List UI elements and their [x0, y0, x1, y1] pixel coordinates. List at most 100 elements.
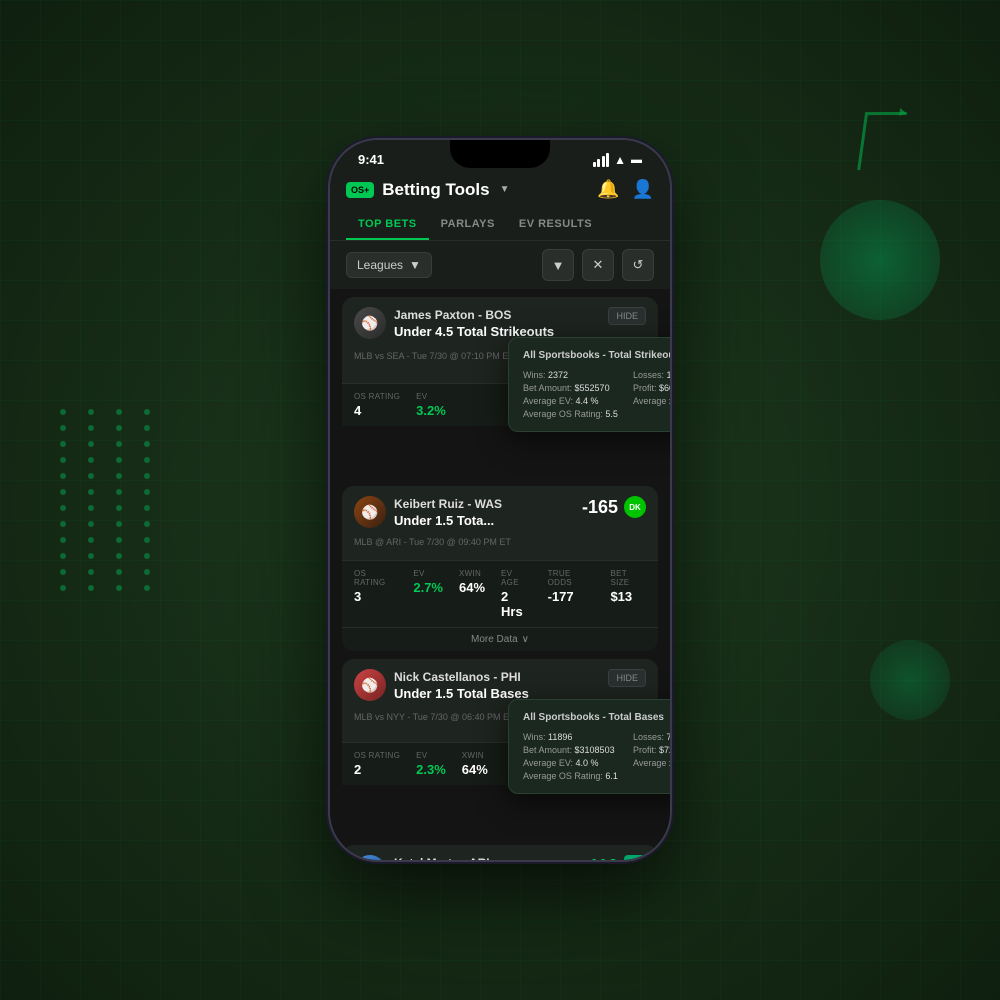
player-avatar-0: ⚾ [354, 307, 386, 339]
stat-xwin-value-1: 64% [459, 580, 485, 595]
leagues-dropdown-icon: ▼ [409, 258, 421, 272]
bet-card-1-inner: ⚾ Keibert Ruiz - WAS Under 1.5 Tota... -… [342, 486, 658, 560]
stat-os-value-2: 2 [354, 762, 400, 777]
bg-dots-left: for(let i=0;i<48;i++) document.currentSc… [60, 409, 162, 591]
hide-button-2[interactable]: HIDE [608, 669, 646, 687]
bet-card-0: ⚾ James Paxton - BOS Under 4.5 Total Str… [342, 297, 658, 426]
app-title: Betting Tools [382, 180, 489, 200]
stat-ev-value-1: 2.7% [413, 580, 443, 595]
popup-avg-xwin-0: Average xWin: 53.8 % [633, 396, 670, 406]
bet-line-2: Under 1.5 Total Bases [394, 686, 529, 701]
stat-xwin-1: xWin 64% [459, 569, 485, 619]
more-data-chevron-1: ∨ [522, 634, 529, 645]
bg-circle-1 [820, 200, 940, 320]
signal-icon [593, 153, 610, 167]
stat-os-rating-0: OS Rating 4 [354, 392, 400, 418]
phone-notch [450, 140, 550, 168]
more-data-1[interactable]: More Data ∨ [342, 627, 658, 651]
stat-ev-value-2: 2.3% [416, 762, 446, 777]
stat-xwin-value-2: 64% [462, 762, 488, 777]
popup-avg-ev-2: Average EV: 4.0 % [523, 758, 623, 768]
page-wrapper: for(let i=0;i<48;i++) document.currentSc… [0, 0, 1000, 1000]
tooltip-popup-2: All Sportsbooks - Total Bases 2.3 % Wins… [508, 699, 670, 794]
clear-button[interactable]: ✕ [582, 249, 614, 281]
player-avatar-2: ⚾ [354, 669, 386, 701]
stat-ev-2: EV 2.3% [416, 751, 446, 777]
profile-icon[interactable]: 👤 [632, 179, 654, 200]
stats-row-1: OS Rating 3 EV 2.7% xWin 64% EV Age [342, 560, 658, 627]
stat-ev-value-0: 3.2% [416, 403, 446, 418]
stat-xwin-2: xWin 64% [462, 751, 488, 777]
bet-card-3-header: ⚾ Ketel Marte - ARI Under 1.5 Total Base… [354, 855, 646, 860]
battery-icon: ▬ [631, 154, 642, 166]
bet-meta-1: MLB @ ARI - Tue 7/30 @ 09:40 PM ET [354, 537, 511, 547]
header-left: OS+ Betting Tools ▼ [346, 180, 510, 200]
tab-parlays[interactable]: PARLAYS [429, 208, 507, 240]
popup-losses-0: Losses: 1795 [633, 370, 670, 380]
tab-top-bets[interactable]: TOP BETS [346, 208, 429, 240]
bet-meta-0: MLB vs SEA - Tue 7/30 @ 07:10 PM ET [354, 351, 514, 361]
bg-circle-2 [870, 640, 950, 720]
popup-wins-2: Wins: 11896 [523, 732, 623, 742]
popup-title-0: All Sportsbooks - Total Strikeouts [523, 350, 670, 362]
tooltip-popup-0: All Sportsbooks - Total Strikeouts 11.0 … [508, 337, 670, 432]
player-details-3: Ketel Marte - ARI Under 1.5 Total Base..… [394, 856, 532, 861]
filter-bar: Leagues ▼ ▼ ✕ ↺ [330, 241, 670, 289]
popup-bet-amount-0: Bet Amount: $552570 [523, 383, 623, 393]
stat-ev-age-1: EV Age 2 Hrs [501, 569, 532, 619]
filter-button[interactable]: ▼ [542, 249, 574, 281]
bets-scroll-area[interactable]: ⚾ James Paxton - BOS Under 4.5 Total Str… [330, 289, 670, 860]
player-info-2: ⚾ Nick Castellanos - PHI Under 1.5 Total… [354, 669, 529, 701]
bet-card-0-header: ⚾ James Paxton - BOS Under 4.5 Total Str… [354, 307, 646, 339]
tabs-bar: TOP BETS PARLAYS EV RESULTS [330, 208, 670, 241]
bet-card-3-inner: ⚾ Ketel Marte - ARI Under 1.5 Total Base… [342, 845, 658, 860]
player-avatar-1: ⚾ [354, 496, 386, 528]
player-name-0: James Paxton - BOS [394, 308, 554, 322]
stat-ev-label-0: EV [416, 392, 446, 401]
sportsbook-logo-3: G [624, 855, 646, 860]
player-name-1: Keibert Ruiz - WAS [394, 497, 502, 511]
bet-card-3: ⚾ Ketel Marte - ARI Under 1.5 Total Base… [342, 845, 658, 860]
bet-card-2: ⚾ Nick Castellanos - PHI Under 1.5 Total… [342, 659, 658, 785]
popup-avg-ev-0: Average EV: 4.4 % [523, 396, 623, 406]
popup-header-2: All Sportsbooks - Total Bases 2.3 % [523, 712, 670, 724]
notification-icon[interactable]: 🔔 [597, 179, 619, 200]
stat-os-value-0: 4 [354, 403, 400, 418]
stat-bet-size-value-1: $13 [610, 589, 646, 604]
bet-card-2-header: ⚾ Nick Castellanos - PHI Under 1.5 Total… [354, 669, 646, 701]
bet-card-1: ⚾ Keibert Ruiz - WAS Under 1.5 Tota... -… [342, 486, 658, 651]
wifi-icon: ▲ [614, 153, 626, 167]
status-time: 9:41 [358, 152, 384, 167]
stat-true-odds-value-1: -177 [548, 589, 595, 604]
bet-meta-2: MLB vs NYY - Tue 7/30 @ 06:40 PM ET [354, 712, 515, 722]
popup-stats-0: Wins: 2372 Losses: 1795 Bet Amount: $552… [523, 370, 670, 419]
odds-3: +110 [578, 856, 618, 861]
leagues-button[interactable]: Leagues ▼ [346, 252, 432, 278]
popup-title-2: All Sportsbooks - Total Bases [523, 712, 664, 724]
stat-os-value-1: 3 [354, 589, 397, 604]
refresh-button[interactable]: ↺ [622, 249, 654, 281]
stat-os-rating-2: OS Rating 2 [354, 751, 400, 777]
popup-avg-os-0: Average OS Rating: 5.5 [523, 409, 670, 419]
popup-losses-2: Losses: 7899 [633, 732, 670, 742]
stat-true-odds-1: True Odds -177 [548, 569, 595, 619]
stat-bet-size-1: Bet Size $13 [610, 569, 646, 619]
title-dropdown-icon[interactable]: ▼ [500, 184, 510, 195]
odds-1: -165 [582, 497, 618, 518]
stat-ev-1: EV 2.7% [413, 569, 443, 619]
hide-button-0[interactable]: HIDE [608, 307, 646, 325]
player-details-0: James Paxton - BOS Under 4.5 Total Strik… [394, 308, 554, 339]
popup-profit-2: Profit: $72741 [633, 745, 670, 755]
popup-bet-amount-2: Bet Amount: $3108503 [523, 745, 623, 755]
stat-os-label-0: OS Rating [354, 392, 400, 401]
player-details-1: Keibert Ruiz - WAS Under 1.5 Tota... [394, 497, 502, 528]
player-info-3: ⚾ Ketel Marte - ARI Under 1.5 Total Base… [354, 855, 532, 860]
player-name-2: Nick Castellanos - PHI [394, 670, 529, 684]
phone-screen: 9:41 ▲ ▬ OS+ Betting Tools [330, 140, 670, 860]
player-info-0: ⚾ James Paxton - BOS Under 4.5 Total Str… [354, 307, 554, 339]
sportsbook-logo-1: DK [624, 496, 646, 518]
tab-ev-results[interactable]: EV RESULTS [507, 208, 604, 240]
popup-header-0: All Sportsbooks - Total Strikeouts 11.0 … [523, 350, 670, 362]
phone-frame: 9:41 ▲ ▬ OS+ Betting Tools [330, 140, 670, 860]
popup-avg-xwin-2: Average xWin: 61.5 % [633, 758, 670, 768]
